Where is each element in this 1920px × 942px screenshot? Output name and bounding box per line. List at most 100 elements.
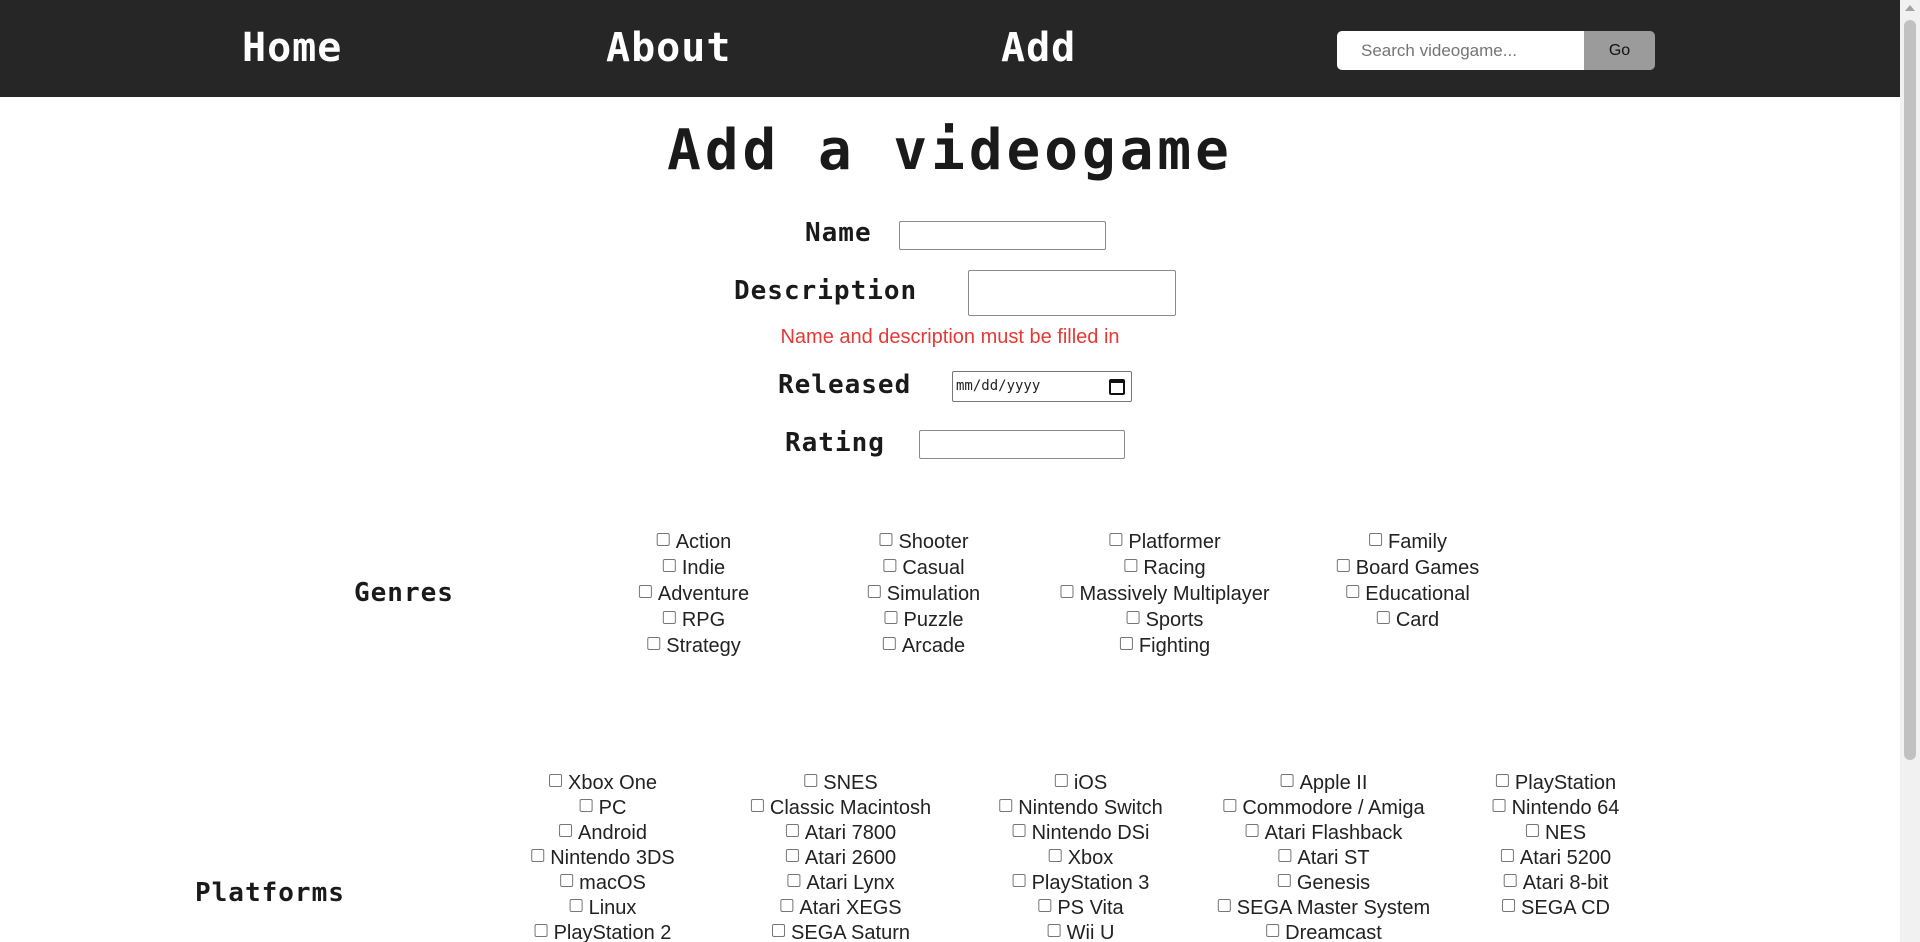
platform-option[interactable]: NES: [1525, 821, 1586, 845]
platform-checkbox[interactable]: [1245, 823, 1259, 837]
platform-option[interactable]: Commodore / Amiga: [1223, 796, 1425, 820]
platform-checkbox[interactable]: [559, 823, 573, 837]
genre-option[interactable]: Educational: [1346, 582, 1470, 606]
genre-option[interactable]: Action: [656, 530, 731, 554]
name-input[interactable]: [899, 221, 1106, 250]
platform-option[interactable]: PlayStation 3: [1012, 871, 1149, 895]
genre-option[interactable]: Card: [1376, 608, 1439, 632]
genre-option[interactable]: RPG: [662, 608, 725, 632]
nav-add-link[interactable]: Add: [1001, 22, 1076, 74]
platform-option[interactable]: Atari ST: [1278, 846, 1370, 870]
genre-checkbox[interactable]: [638, 584, 652, 598]
platform-option[interactable]: Atari XEGS: [780, 896, 902, 920]
genre-option[interactable]: Simulation: [867, 582, 980, 606]
platform-option[interactable]: PC: [579, 796, 626, 820]
platform-option[interactable]: Android: [559, 821, 647, 845]
platform-checkbox[interactable]: [1278, 848, 1292, 862]
scroll-up-arrow-icon[interactable]: [1905, 5, 1915, 11]
platform-option[interactable]: macOS: [560, 871, 646, 895]
genre-checkbox[interactable]: [879, 532, 893, 546]
platform-checkbox[interactable]: [1280, 773, 1294, 787]
nav-home-link[interactable]: Home: [242, 22, 342, 74]
platform-option[interactable]: Xbox One: [549, 771, 657, 795]
platform-option[interactable]: Atari 2600: [785, 846, 896, 870]
platform-option[interactable]: Atari 7800: [785, 821, 896, 845]
platform-option[interactable]: Atari Flashback: [1245, 821, 1402, 845]
platform-checkbox[interactable]: [531, 848, 545, 862]
platform-option[interactable]: iOS: [1054, 771, 1107, 795]
genre-checkbox[interactable]: [1376, 610, 1390, 624]
scrollbar[interactable]: [1900, 0, 1920, 942]
genre-checkbox[interactable]: [656, 532, 670, 546]
platform-option[interactable]: Wii U: [1047, 921, 1114, 942]
platform-option[interactable]: Dreamcast: [1266, 921, 1382, 942]
platform-checkbox[interactable]: [787, 873, 801, 887]
genre-checkbox[interactable]: [1126, 610, 1140, 624]
nav-about-link[interactable]: About: [606, 22, 731, 74]
platform-option[interactable]: Xbox: [1048, 846, 1113, 870]
platform-checkbox[interactable]: [1012, 823, 1026, 837]
genre-option[interactable]: Board Games: [1336, 556, 1479, 580]
platform-checkbox[interactable]: [1277, 873, 1291, 887]
platform-checkbox[interactable]: [1492, 798, 1506, 812]
platform-checkbox[interactable]: [772, 923, 786, 937]
platform-checkbox[interactable]: [750, 798, 764, 812]
platform-checkbox[interactable]: [1054, 773, 1068, 787]
genre-option[interactable]: Shooter: [879, 530, 969, 554]
platform-option[interactable]: SNES: [804, 771, 878, 795]
scrollbar-thumb[interactable]: [1904, 20, 1916, 760]
genre-option[interactable]: Arcade: [882, 634, 965, 658]
platform-option[interactable]: Nintendo DSi: [1012, 821, 1149, 845]
platform-checkbox[interactable]: [1217, 898, 1231, 912]
genre-checkbox[interactable]: [1124, 558, 1138, 572]
genre-option[interactable]: Fighting: [1119, 634, 1210, 658]
platform-checkbox[interactable]: [785, 848, 799, 862]
platform-option[interactable]: Atari 5200: [1500, 846, 1611, 870]
platform-option[interactable]: PS Vita: [1038, 896, 1124, 920]
genre-option[interactable]: Family: [1369, 530, 1447, 554]
released-date-input[interactable]: mm/dd/yyyy: [952, 371, 1132, 402]
rating-input[interactable]: [919, 430, 1125, 459]
platform-option[interactable]: Genesis: [1277, 871, 1370, 895]
calendar-icon[interactable]: [1109, 379, 1125, 395]
platform-checkbox[interactable]: [560, 873, 574, 887]
platform-option[interactable]: Atari Lynx: [787, 871, 895, 895]
genre-option[interactable]: Indie: [662, 556, 725, 580]
genre-checkbox[interactable]: [883, 558, 897, 572]
platform-option[interactable]: SEGA CD: [1502, 896, 1610, 920]
platform-option[interactable]: PlayStation: [1495, 771, 1616, 795]
genre-checkbox[interactable]: [884, 610, 898, 624]
platform-option[interactable]: Nintendo 64: [1492, 796, 1619, 820]
platform-checkbox[interactable]: [1223, 798, 1237, 812]
platform-option[interactable]: Classic Macintosh: [750, 796, 931, 820]
platform-checkbox[interactable]: [1038, 898, 1052, 912]
platform-checkbox[interactable]: [1012, 873, 1026, 887]
platform-checkbox[interactable]: [534, 923, 548, 937]
genre-checkbox[interactable]: [1109, 532, 1123, 546]
platform-option[interactable]: Linux: [569, 896, 636, 920]
platform-checkbox[interactable]: [1525, 823, 1539, 837]
platform-checkbox[interactable]: [785, 823, 799, 837]
genre-checkbox[interactable]: [1060, 584, 1074, 598]
genre-checkbox[interactable]: [1336, 558, 1350, 572]
genre-option[interactable]: Massively Multiplayer: [1060, 582, 1270, 606]
platform-checkbox[interactable]: [804, 773, 818, 787]
genre-option[interactable]: Sports: [1126, 608, 1203, 632]
platform-option[interactable]: PlayStation 2: [534, 921, 671, 942]
genre-option[interactable]: Casual: [883, 556, 965, 580]
genre-option[interactable]: Adventure: [638, 582, 749, 606]
platform-checkbox[interactable]: [1502, 898, 1516, 912]
platform-checkbox[interactable]: [1047, 923, 1061, 937]
genre-checkbox[interactable]: [662, 610, 676, 624]
platform-checkbox[interactable]: [1500, 848, 1514, 862]
platform-checkbox[interactable]: [1503, 873, 1517, 887]
genre-checkbox[interactable]: [662, 558, 676, 572]
platform-checkbox[interactable]: [549, 773, 563, 787]
platform-option[interactable]: SEGA Master System: [1217, 896, 1430, 920]
genre-checkbox[interactable]: [1119, 636, 1133, 650]
genre-option[interactable]: Strategy: [647, 634, 741, 658]
platform-option[interactable]: Atari 8-bit: [1503, 871, 1608, 895]
genre-checkbox[interactable]: [647, 636, 661, 650]
genre-checkbox[interactable]: [1369, 532, 1383, 546]
platform-checkbox[interactable]: [569, 898, 583, 912]
